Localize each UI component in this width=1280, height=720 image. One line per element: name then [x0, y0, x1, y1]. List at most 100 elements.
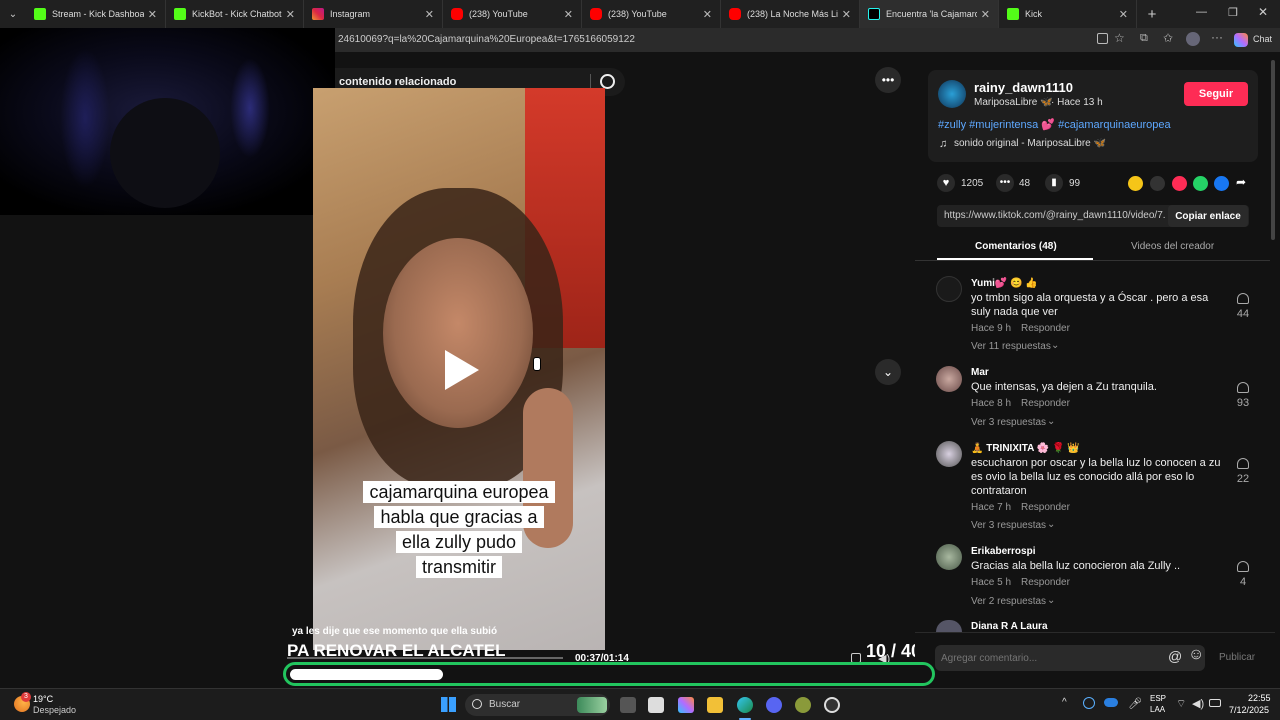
more-menu-icon[interactable]: ··· — [1211, 30, 1223, 44]
profile-avatar[interactable] — [1186, 32, 1200, 46]
language-bottom[interactable]: LAA — [1150, 705, 1165, 714]
search-icon[interactable] — [600, 74, 615, 89]
avatar[interactable] — [936, 441, 962, 467]
avatar[interactable] — [936, 276, 962, 302]
new-tab-button[interactable]: + — [1137, 6, 1167, 23]
close-window-button[interactable]: ✕ — [1258, 5, 1268, 19]
close-icon[interactable]: ✕ — [842, 8, 851, 21]
share-arrow-icon[interactable]: ➦ — [1236, 175, 1246, 189]
comment-icon[interactable]: ••• — [996, 174, 1014, 192]
view-replies-button[interactable]: Ver 2 respuestas — [971, 596, 1046, 607]
close-icon[interactable]: ✕ — [148, 8, 157, 21]
play-icon[interactable] — [445, 350, 479, 390]
reply-button[interactable]: Responder — [1021, 323, 1070, 334]
reply-button[interactable]: Responder — [1021, 577, 1070, 588]
url-text[interactable]: 24610069?q=la%20Cajamarquina%20Europea&t… — [338, 34, 635, 45]
view-replies-button[interactable]: Ver 3 respuestas — [971, 417, 1046, 428]
close-icon[interactable]: ✕ — [1119, 8, 1128, 21]
sound-name[interactable]: sonido original - MariposaLibre 🦋 — [954, 138, 1106, 149]
close-icon[interactable]: ✕ — [981, 8, 990, 21]
tab-comments[interactable]: Comentarios (48) — [975, 241, 1057, 252]
tab-kick[interactable]: Kick ✕ — [999, 0, 1137, 28]
close-icon[interactable]: ✕ — [425, 8, 434, 21]
store-icon[interactable] — [648, 697, 664, 713]
bookmark-icon[interactable]: ▮ — [1045, 174, 1063, 192]
whatsapp-icon[interactable] — [1193, 176, 1208, 191]
avatar[interactable] — [936, 544, 962, 570]
creator-avatar[interactable] — [938, 80, 966, 108]
close-icon[interactable]: ✕ — [286, 8, 295, 21]
tray-cloud-icon[interactable] — [1104, 698, 1118, 707]
start-icon[interactable] — [441, 697, 456, 712]
minimize-button[interactable]: — — [1196, 6, 1207, 18]
restore-button[interactable]: ❐ — [1228, 6, 1238, 19]
hashtags[interactable]: #zully #mujerintensa 💕 #cajamarquinaeuro… — [938, 118, 1171, 131]
avatar[interactable] — [936, 366, 962, 392]
task-view-icon[interactable] — [620, 697, 636, 713]
clock-date[interactable]: 7/12/2025 — [1229, 705, 1269, 715]
close-icon[interactable]: ✕ — [564, 8, 573, 21]
comments-scrollbar[interactable] — [1271, 60, 1275, 240]
tab-kick-dashboard[interactable]: Stream - Kick Dashboard ✕ — [26, 0, 166, 28]
tab-actions-button[interactable]: ⌄ — [0, 0, 26, 28]
file-explorer-icon[interactable] — [707, 697, 723, 713]
more-options-button[interactable]: ••• — [875, 67, 901, 93]
follow-button[interactable]: Seguir — [1184, 82, 1248, 106]
battery-icon[interactable] — [1209, 699, 1221, 707]
tab-youtube-1[interactable]: (238) YouTube ✕ — [443, 0, 582, 28]
copilot-icon[interactable] — [678, 697, 694, 713]
mention-icon[interactable]: @ — [1168, 648, 1182, 664]
tab-kickbot[interactable]: KickBot - Kick Chatbot, Alert ✕ — [166, 0, 304, 28]
heart-icon[interactable] — [1237, 382, 1249, 393]
comment-author[interactable]: Yumi💕 😊 👍 — [971, 278, 1038, 289]
reply-button[interactable]: Responder — [1021, 502, 1070, 513]
obs-icon[interactable] — [824, 697, 840, 713]
like-icon[interactable]: ♥ — [937, 174, 955, 192]
tab-creator-videos[interactable]: Videos del creador — [1131, 241, 1214, 252]
tab-youtube-2[interactable]: (238) YouTube ✕ — [582, 0, 721, 28]
post-button[interactable]: Publicar — [1219, 652, 1255, 663]
chevron-down-icon: ⌄ — [1047, 595, 1056, 606]
creator-username[interactable]: rainy_dawn1110 — [974, 80, 1073, 95]
comment-author[interactable]: Mar — [971, 367, 989, 378]
tab-tiktok[interactable]: Encuentra 'la Cajamarquina ✕ — [860, 0, 999, 28]
video-link-text[interactable]: https://www.tiktok.com/@rainy_dawn1110/v… — [944, 210, 1166, 221]
heart-icon[interactable] — [1237, 293, 1249, 304]
emoji-icon[interactable]: ☺ — [1188, 646, 1204, 664]
heart-icon[interactable] — [1237, 458, 1249, 469]
tab-instagram[interactable]: Instagram ✕ — [304, 0, 443, 28]
discord-icon[interactable] — [766, 697, 782, 713]
tray-chevron-icon[interactable]: ^ — [1062, 697, 1067, 708]
video-seek-bar[interactable] — [287, 657, 563, 659]
facebook-icon[interactable] — [1214, 176, 1229, 191]
heart-icon[interactable] — [1237, 561, 1249, 572]
comment-author[interactable]: Diana R A Laura — [971, 621, 1048, 631]
favorites-bar-icon[interactable]: ✩ — [1163, 31, 1173, 45]
view-replies-button[interactable]: Ver 3 respuestas — [971, 520, 1046, 531]
comment-author[interactable]: 🧘 TRINIXITA 🌸 🌹 👑 — [971, 443, 1080, 454]
tray-mic-icon[interactable]: 🎤︎ — [1128, 697, 1142, 710]
app-icon[interactable] — [795, 697, 811, 713]
reply-button[interactable]: Responder — [1021, 398, 1070, 409]
clock-time[interactable]: 22:55 — [1248, 693, 1271, 703]
next-video-button[interactable]: ⌄ — [875, 359, 901, 385]
close-icon[interactable]: ✕ — [703, 8, 712, 21]
tab-youtube-3[interactable]: (238) La Noche Más Linda - ✕ — [721, 0, 860, 28]
wifi-icon[interactable]: ⌔ — [1176, 697, 1186, 711]
tray-sync-icon[interactable] — [1083, 697, 1095, 709]
extensions-icon[interactable]: ⧉ — [1140, 32, 1148, 45]
speaker-icon[interactable]: ◀) — [1192, 697, 1204, 710]
copy-link-button[interactable]: Copiar enlace — [1168, 205, 1248, 227]
view-replies-button[interactable]: Ver 11 respuestas — [971, 341, 1051, 352]
app-install-icon[interactable] — [1097, 33, 1108, 44]
embed-icon[interactable] — [1150, 176, 1165, 191]
copilot-icon[interactable] — [1234, 33, 1248, 47]
comment-input[interactable] — [935, 645, 1205, 671]
favorite-icon[interactable]: ☆ — [1114, 31, 1125, 45]
comment-author[interactable]: Erikaberrospi — [971, 546, 1035, 557]
send-icon[interactable] — [1172, 176, 1187, 191]
language-top[interactable]: ESP — [1150, 694, 1166, 703]
chat-button[interactable]: Chat — [1253, 34, 1272, 44]
share-friends-icon[interactable] — [1128, 176, 1143, 191]
edge-icon[interactable] — [737, 697, 753, 713]
